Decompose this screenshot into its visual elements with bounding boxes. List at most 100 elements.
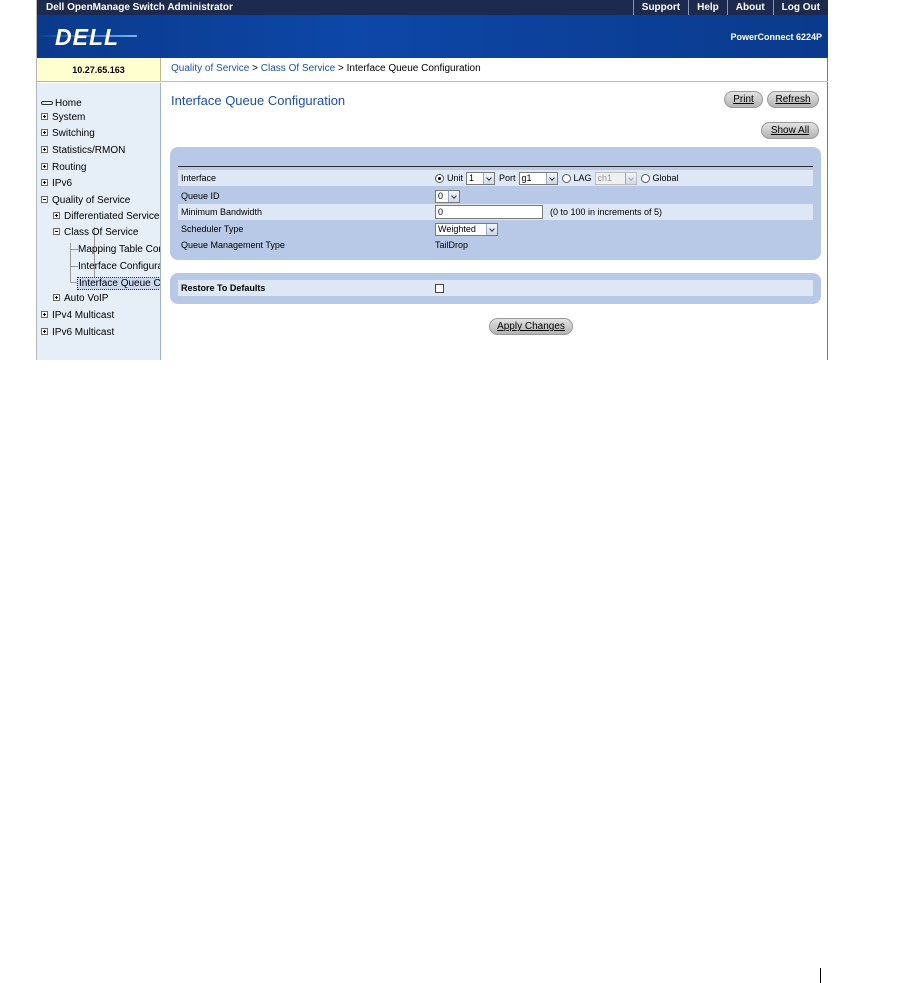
- collapse-icon[interactable]: [53, 228, 60, 235]
- model-name: PowerConnect 6224P: [730, 32, 822, 42]
- expand-icon[interactable]: [41, 163, 48, 170]
- sidebar-item-mapping[interactable]: Mapping Table Configuration: [78, 244, 160, 255]
- expand-icon[interactable]: [41, 113, 48, 120]
- sidebar-tree: Home System Switching Statistics/RMON Ro…: [37, 83, 161, 360]
- chevron-down-icon: [486, 223, 497, 235]
- chevron-down-icon: [483, 172, 495, 184]
- global-label: Global: [652, 173, 679, 183]
- expand-icon[interactable]: [53, 212, 60, 219]
- sidebar-item-label: Interface Queue Configuration: [79, 278, 161, 289]
- expand-icon[interactable]: [41, 129, 48, 136]
- sidebar-item-statistics[interactable]: Statistics/RMON: [41, 145, 125, 156]
- sidebar-item-interface-queue[interactable]: Interface Queue Configuration: [77, 277, 161, 290]
- port-label: Port: [499, 173, 516, 183]
- tree-line: [70, 249, 78, 250]
- breadcrumb-cos[interactable]: Class Of Service: [261, 63, 335, 74]
- ip-address: 10.27.65.163: [37, 58, 161, 82]
- print-button[interactable]: Print: [724, 91, 763, 108]
- panel-divider: [178, 166, 813, 167]
- banner: DELL PowerConnect 6224P: [37, 15, 828, 58]
- sidebar-item-label: Home: [55, 98, 82, 109]
- page-margin-rule: [820, 968, 821, 983]
- breadcrumb: Quality of Service > Class Of Service > …: [161, 58, 828, 82]
- sidebar-item-label: Routing: [52, 162, 87, 173]
- sidebar-item-label: Quality of Service: [52, 195, 131, 206]
- breadcrumb-sep: >: [249, 63, 261, 74]
- queue-mgmt-value: TailDrop: [435, 240, 469, 250]
- settings-panel: Interface Unit 1 Port g1 LAG ch1 Global …: [170, 147, 821, 260]
- global-radio[interactable]: [640, 173, 650, 183]
- sidebar-item-label: Class Of Service: [64, 227, 139, 238]
- expand-icon[interactable]: [41, 311, 48, 318]
- sidebar-item-autovoip[interactable]: Auto VoIP: [53, 293, 108, 304]
- sidebar-item-qos[interactable]: Quality of Service: [41, 195, 130, 206]
- about-link[interactable]: About: [726, 0, 773, 15]
- sidebar-item-ipv6[interactable]: IPv6: [41, 178, 72, 189]
- tree-line: [70, 243, 71, 283]
- sidebar-item-label: Statistics/RMON: [52, 145, 126, 156]
- queue-mgmt-row: Queue Management Type TailDrop: [178, 237, 813, 253]
- min-bandwidth-input[interactable]: [435, 205, 543, 219]
- support-link[interactable]: Support: [632, 0, 688, 15]
- top-links: Support Help About Log Out: [632, 0, 828, 15]
- sidebar-item-ipv4-multicast[interactable]: IPv4 Multicast: [41, 310, 114, 321]
- expand-icon[interactable]: [53, 294, 60, 301]
- lag-value: ch1: [597, 173, 613, 183]
- sidebar-item-label: IPv6: [52, 178, 73, 189]
- expand-icon[interactable]: [41, 328, 48, 335]
- sidebar-item-ipv6-multicast[interactable]: IPv6 Multicast: [41, 327, 114, 338]
- main-content: Interface Queue Configuration Print Refr…: [162, 83, 828, 360]
- queue-id-row: Queue ID 0: [178, 188, 813, 204]
- sidebar-item-interface-config[interactable]: Interface Configuration: [78, 261, 160, 272]
- lag-label: LAG: [573, 173, 592, 183]
- sidebar-item-cos[interactable]: Class Of Service: [53, 227, 138, 238]
- scheduler-select[interactable]: Weighted: [435, 222, 498, 236]
- sidebar-item-label: Differentiated Services: [64, 211, 161, 222]
- sidebar-item-system[interactable]: System: [41, 112, 85, 123]
- chevron-down-icon: [448, 190, 459, 202]
- refresh-button[interactable]: Refresh: [767, 91, 819, 108]
- restore-checkbox[interactable]: [435, 283, 444, 293]
- min-bandwidth-controls: (0 to 100 in increments of 5): [435, 204, 662, 220]
- sidebar-item-label: Mapping Table Configuration: [78, 244, 160, 255]
- min-bandwidth-row: Minimum Bandwidth (0 to 100 in increment…: [178, 204, 813, 220]
- interface-row: Interface Unit 1 Port g1 LAG ch1 Global: [178, 170, 813, 186]
- queue-id-select[interactable]: 0: [435, 189, 460, 203]
- breadcrumb-current: Interface Queue Configuration: [346, 63, 481, 74]
- lag-radio[interactable]: [561, 173, 571, 183]
- sidebar-item-switching[interactable]: Switching: [41, 128, 95, 139]
- help-link[interactable]: Help: [688, 0, 727, 15]
- tree-line: [70, 266, 78, 267]
- unit-radio[interactable]: [435, 173, 444, 183]
- sidebar-item-label: Auto VoIP: [64, 293, 109, 304]
- restore-controls: [435, 280, 444, 296]
- breadcrumb-qos[interactable]: Quality of Service: [171, 63, 249, 74]
- logout-link[interactable]: Log Out: [772, 0, 828, 15]
- restore-row: Restore To Defaults: [178, 280, 813, 296]
- scheduler-label: Scheduler Type: [181, 224, 244, 234]
- expand-icon[interactable]: [41, 179, 48, 186]
- top-bar: Dell OpenManage Switch Administrator Sup…: [37, 0, 828, 15]
- sidebar-item-home[interactable]: Home: [41, 98, 82, 109]
- port-select[interactable]: g1: [518, 171, 558, 185]
- sidebar-item-routing[interactable]: Routing: [41, 162, 86, 173]
- unit-label: Unit: [447, 173, 464, 183]
- home-icon: [41, 101, 53, 105]
- dell-logo: DELL: [55, 24, 120, 50]
- sidebar-item-label: Switching: [52, 128, 95, 139]
- sidebar-item-label: IPv6 Multicast: [52, 327, 115, 338]
- chevron-down-icon: [624, 172, 636, 184]
- collapse-icon[interactable]: [41, 196, 48, 203]
- scheduler-controls: Weighted: [435, 221, 502, 237]
- min-bandwidth-label: Minimum Bandwidth: [181, 207, 263, 217]
- show-all-button[interactable]: Show All: [761, 122, 819, 139]
- queue-id-value: 0: [438, 191, 444, 201]
- sidebar-item-diffserv[interactable]: Differentiated Services: [53, 211, 161, 222]
- unit-select[interactable]: 1: [466, 171, 496, 185]
- expand-icon[interactable]: [41, 146, 48, 153]
- queue-id-label: Queue ID: [181, 191, 220, 201]
- lag-select[interactable]: ch1: [594, 171, 637, 185]
- sidebar-item-label: Interface Configuration: [78, 261, 160, 272]
- scheduler-value: Weighted: [438, 224, 476, 234]
- apply-changes-button[interactable]: Apply Changes: [489, 318, 573, 335]
